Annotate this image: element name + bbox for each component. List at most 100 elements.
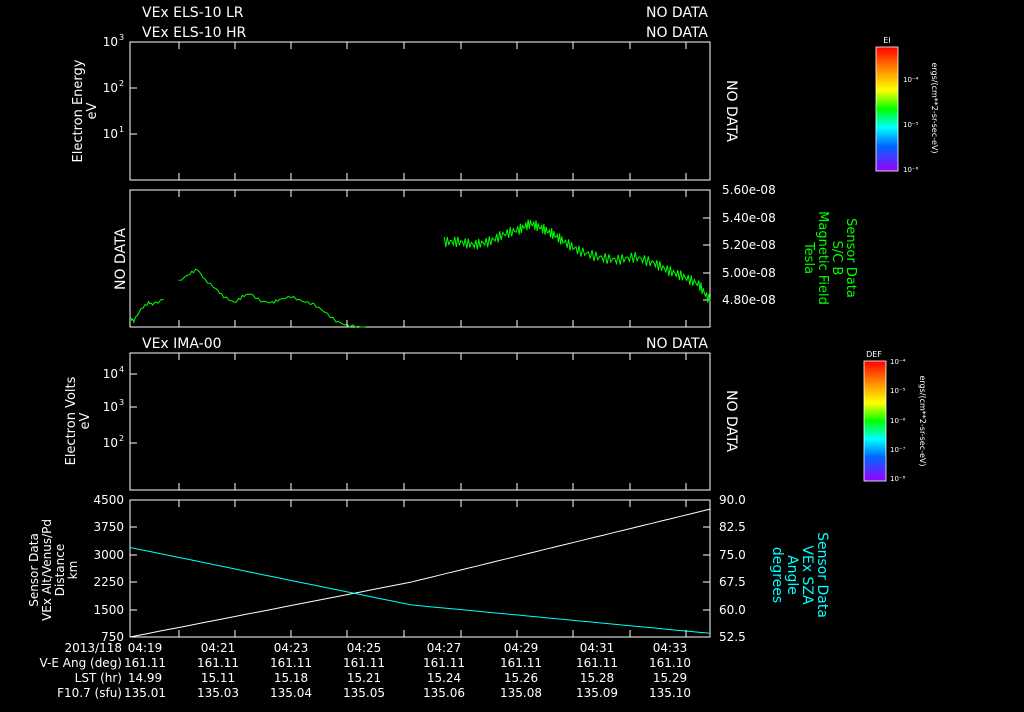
panel4-right-tick-6: 52.5 xyxy=(719,630,746,644)
ve-ang-value: 161.11 xyxy=(197,656,239,670)
f107-value: 135.03 xyxy=(197,686,239,700)
lst-value: 15.28 xyxy=(580,671,614,685)
panel4-left-tick-1: 4500 xyxy=(93,493,124,507)
panel1-no-data: NO DATA xyxy=(723,80,739,142)
colorbar-def-label-2: 10⁻⁵ xyxy=(890,387,906,395)
plot-page: VEx ELS-10 LR VEx ELS-10 HR NO DATA NO D… xyxy=(0,0,1024,708)
footer: 2013/118 V-E Ang (deg) LST (hr) F10.7 (s… xyxy=(40,641,691,700)
tick-base: 10 xyxy=(103,127,118,141)
panel3-status: NO DATA xyxy=(646,336,708,352)
f107-value: 135.04 xyxy=(270,686,312,700)
colorbar-ei-label-2: 10⁻⁵ xyxy=(903,121,919,129)
colorbar-def-unit: ergs/(cm**2-sr-sec-eV) xyxy=(918,375,927,466)
colorbar-ei-label-1: 10⁻⁴ xyxy=(903,76,919,84)
tick-base: 10 xyxy=(103,367,118,381)
panel3-ylabel: Electron Volts xyxy=(64,376,79,465)
panel3-instrument: VEx IMA-00 xyxy=(142,336,222,352)
panel2-ylabel-2: S/C B xyxy=(829,241,844,276)
panel2-tick-1: 5.60e-08 xyxy=(722,183,776,197)
colorbar-ei-unit: ergs/(cm**2-sr-sec-eV) xyxy=(930,62,939,153)
f107-value: 135.01 xyxy=(124,686,166,700)
panel2-ylabel-1: Sensor Data xyxy=(843,218,858,298)
ve-ang-value: 161.11 xyxy=(343,656,385,670)
ve-ang-value: 161.11 xyxy=(500,656,542,670)
tick-base: 10 xyxy=(103,400,118,414)
panel4-right-tick-5: 60.0 xyxy=(719,603,746,617)
f107-value: 135.06 xyxy=(423,686,465,700)
tick-exp: 3 xyxy=(119,33,124,42)
panel4-right-tick-4: 67.5 xyxy=(719,575,746,589)
time-label: 04:29 xyxy=(504,641,539,655)
panel4-left-tick-5: 1500 xyxy=(93,603,124,617)
panel2-tick-3: 5.20e-08 xyxy=(722,238,776,252)
colorbar-ei-title: EI xyxy=(883,36,890,45)
lst-value: 15.24 xyxy=(427,671,461,685)
time-label: 04:25 xyxy=(347,641,382,655)
panel4-left-tick-4: 2250 xyxy=(93,575,124,589)
footer-row-label-date: 2013/118 xyxy=(65,641,123,655)
tick-exp: 2 xyxy=(119,79,124,88)
ve-ang-value: 161.11 xyxy=(124,656,166,670)
panel4-right-tick-3: 75.0 xyxy=(719,548,746,562)
panel4-left-tick-2: 3750 xyxy=(93,520,124,534)
panel4-left-tick-3: 3000 xyxy=(93,548,124,562)
time-label: 04:21 xyxy=(201,641,236,655)
colorbar-ei-label-3: 10⁻⁶ xyxy=(903,166,919,174)
panel4-right-label-1: Sensor Data xyxy=(814,532,830,618)
ve-ang-value: 161.10 xyxy=(649,656,691,670)
panel4-left-label-1: Sensor Data xyxy=(27,533,41,607)
panel4-right-label-3: Angle xyxy=(784,555,800,595)
lst-value: 15.26 xyxy=(504,671,538,685)
tick-exp: 3 xyxy=(119,398,124,407)
panel1-instrument-hr: VEx ELS-10 HR xyxy=(142,25,247,41)
panel2-ylabel-4: Tesla xyxy=(801,241,816,274)
time-label: 04:19 xyxy=(128,641,163,655)
panel2-tick-5: 4.80e-08 xyxy=(722,293,776,307)
lst-value: 15.18 xyxy=(274,671,308,685)
panel4-right-tick-1: 90.0 xyxy=(719,493,746,507)
colorbar-def-label-4: 10⁻⁷ xyxy=(890,446,906,454)
f107-value: 135.08 xyxy=(500,686,542,700)
panel4-right-tick-2: 82.5 xyxy=(719,520,746,534)
panel1-instrument-lr: VEx ELS-10 LR xyxy=(142,5,244,21)
tick-base: 10 xyxy=(103,35,118,49)
f107-value: 135.09 xyxy=(576,686,618,700)
time-label: 04:23 xyxy=(274,641,309,655)
f107-value: 135.10 xyxy=(649,686,691,700)
tick-base: 10 xyxy=(103,436,118,450)
panel3-no-data: NO DATA xyxy=(723,390,739,452)
footer-row-label-ve: V-E Ang (deg) xyxy=(40,656,122,670)
footer-row-label-f107: F10.7 (sfu) xyxy=(57,686,122,700)
tick-exp: 1 xyxy=(119,125,124,134)
lst-value: 15.29 xyxy=(653,671,687,685)
time-label: 04:31 xyxy=(580,641,615,655)
tick-base: 10 xyxy=(103,81,118,95)
colorbar-ei-bar xyxy=(875,46,899,172)
lst-value: 14.99 xyxy=(128,671,162,685)
panel3-ylabel-unit: eV xyxy=(78,412,93,429)
footer-row-label-lst: LST (hr) xyxy=(75,671,122,685)
time-label: 04:27 xyxy=(427,641,462,655)
time-label: 04:33 xyxy=(653,641,688,655)
colorbar-def-label-1: 10⁻⁴ xyxy=(890,358,906,366)
tick-exp: 2 xyxy=(119,434,124,443)
plot-canvas: VEx ELS-10 LR VEx ELS-10 HR NO DATA NO D… xyxy=(0,0,1024,708)
panel4-left-label-4: km xyxy=(66,561,80,580)
ve-ang-value: 161.11 xyxy=(423,656,465,670)
colorbar-def-title: DEF xyxy=(866,350,882,359)
tick-exp: 4 xyxy=(119,365,124,374)
panel1-status-hr: NO DATA xyxy=(646,25,708,41)
panel1-ylabel-unit: eV xyxy=(85,102,100,119)
lst-value: 15.11 xyxy=(201,671,235,685)
panel2-no-data: NO DATA xyxy=(113,228,129,290)
lst-value: 15.21 xyxy=(347,671,381,685)
f107-value: 135.05 xyxy=(343,686,385,700)
panel4-right-label-4: degrees xyxy=(769,547,785,603)
panel2-ylabel-3: Magnetic Field xyxy=(815,211,830,305)
colorbar-def-bar xyxy=(863,360,887,482)
panel2-tick-2: 5.40e-08 xyxy=(722,211,776,225)
colorbar-def-label-3: 10⁻⁶ xyxy=(890,417,906,425)
panel4-left-label-2: VEx Alt/Venus/Pd xyxy=(40,519,54,621)
panel4-right-label-2: VEx SZA xyxy=(799,545,815,605)
ve-ang-value: 161.11 xyxy=(576,656,618,670)
